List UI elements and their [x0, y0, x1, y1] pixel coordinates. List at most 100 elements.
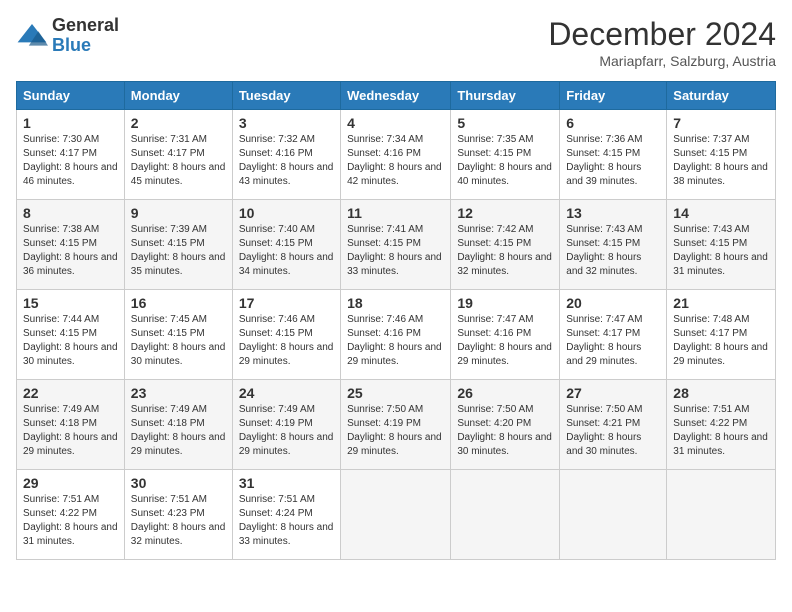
day-number: 9 [131, 205, 226, 221]
cell-info: Sunrise: 7:31 AMSunset: 4:17 PMDaylight:… [131, 133, 226, 189]
calendar-cell: 2 Sunrise: 7:31 AMSunset: 4:17 PMDayligh… [124, 110, 232, 200]
weekday-header-tuesday: Tuesday [232, 82, 340, 110]
weekday-header-friday: Friday [560, 82, 667, 110]
cell-info: Sunrise: 7:48 AMSunset: 4:17 PMDaylight:… [673, 313, 769, 369]
cell-info: Sunrise: 7:32 AMSunset: 4:16 PMDaylight:… [239, 133, 334, 189]
weekday-header-row: SundayMondayTuesdayWednesdayThursdayFrid… [17, 82, 776, 110]
weekday-header-saturday: Saturday [667, 82, 776, 110]
day-number: 26 [457, 385, 553, 401]
weekday-header-monday: Monday [124, 82, 232, 110]
calendar-cell: 1 Sunrise: 7:30 AMSunset: 4:17 PMDayligh… [17, 110, 125, 200]
calendar-cell: 8 Sunrise: 7:38 AMSunset: 4:15 PMDayligh… [17, 200, 125, 290]
cell-info: Sunrise: 7:51 AMSunset: 4:22 PMDaylight:… [23, 493, 118, 549]
day-number: 7 [673, 115, 769, 131]
day-number: 25 [347, 385, 444, 401]
calendar-cell: 3 Sunrise: 7:32 AMSunset: 4:16 PMDayligh… [232, 110, 340, 200]
cell-info: Sunrise: 7:36 AMSunset: 4:15 PMDaylight:… [566, 133, 660, 189]
calendar-cell: 26 Sunrise: 7:50 AMSunset: 4:20 PMDaylig… [451, 380, 560, 470]
calendar-cell: 17 Sunrise: 7:46 AMSunset: 4:15 PMDaylig… [232, 290, 340, 380]
day-number: 24 [239, 385, 334, 401]
calendar-cell: 31 Sunrise: 7:51 AMSunset: 4:24 PMDaylig… [232, 470, 340, 560]
day-number: 4 [347, 115, 444, 131]
logo: General Blue [16, 16, 119, 56]
cell-info: Sunrise: 7:51 AMSunset: 4:24 PMDaylight:… [239, 493, 334, 549]
calendar-cell: 16 Sunrise: 7:45 AMSunset: 4:15 PMDaylig… [124, 290, 232, 380]
calendar-cell: 5 Sunrise: 7:35 AMSunset: 4:15 PMDayligh… [451, 110, 560, 200]
day-number: 31 [239, 475, 334, 491]
cell-info: Sunrise: 7:38 AMSunset: 4:15 PMDaylight:… [23, 223, 118, 279]
logo-icon [16, 20, 48, 52]
cell-info: Sunrise: 7:35 AMSunset: 4:15 PMDaylight:… [457, 133, 553, 189]
calendar-cell: 7 Sunrise: 7:37 AMSunset: 4:15 PMDayligh… [667, 110, 776, 200]
day-number: 6 [566, 115, 660, 131]
weekday-header-sunday: Sunday [17, 82, 125, 110]
calendar-week-1: 1 Sunrise: 7:30 AMSunset: 4:17 PMDayligh… [17, 110, 776, 200]
day-number: 23 [131, 385, 226, 401]
calendar-cell: 24 Sunrise: 7:49 AMSunset: 4:19 PMDaylig… [232, 380, 340, 470]
day-number: 22 [23, 385, 118, 401]
calendar-cell: 18 Sunrise: 7:46 AMSunset: 4:16 PMDaylig… [341, 290, 451, 380]
day-number: 14 [673, 205, 769, 221]
calendar-cell: 21 Sunrise: 7:48 AMSunset: 4:17 PMDaylig… [667, 290, 776, 380]
cell-info: Sunrise: 7:49 AMSunset: 4:19 PMDaylight:… [239, 403, 334, 459]
calendar-cell: 30 Sunrise: 7:51 AMSunset: 4:23 PMDaylig… [124, 470, 232, 560]
calendar-week-4: 22 Sunrise: 7:49 AMSunset: 4:18 PMDaylig… [17, 380, 776, 470]
cell-info: Sunrise: 7:51 AMSunset: 4:23 PMDaylight:… [131, 493, 226, 549]
calendar-cell: 14 Sunrise: 7:43 AMSunset: 4:15 PMDaylig… [667, 200, 776, 290]
calendar-week-3: 15 Sunrise: 7:44 AMSunset: 4:15 PMDaylig… [17, 290, 776, 380]
calendar-cell: 11 Sunrise: 7:41 AMSunset: 4:15 PMDaylig… [341, 200, 451, 290]
cell-info: Sunrise: 7:46 AMSunset: 4:15 PMDaylight:… [239, 313, 334, 369]
calendar-cell: 13 Sunrise: 7:43 AMSunset: 4:15 PMDaylig… [560, 200, 667, 290]
logo-blue-text: Blue [52, 36, 119, 56]
calendar-cell: 25 Sunrise: 7:50 AMSunset: 4:19 PMDaylig… [341, 380, 451, 470]
calendar-cell: 4 Sunrise: 7:34 AMSunset: 4:16 PMDayligh… [341, 110, 451, 200]
calendar-cell [667, 470, 776, 560]
calendar-cell: 27 Sunrise: 7:50 AMSunset: 4:21 PMDaylig… [560, 380, 667, 470]
cell-info: Sunrise: 7:49 AMSunset: 4:18 PMDaylight:… [131, 403, 226, 459]
calendar-cell: 20 Sunrise: 7:47 AMSunset: 4:17 PMDaylig… [560, 290, 667, 380]
calendar-cell: 6 Sunrise: 7:36 AMSunset: 4:15 PMDayligh… [560, 110, 667, 200]
cell-info: Sunrise: 7:47 AMSunset: 4:17 PMDaylight:… [566, 313, 660, 369]
day-number: 19 [457, 295, 553, 311]
cell-info: Sunrise: 7:40 AMSunset: 4:15 PMDaylight:… [239, 223, 334, 279]
calendar-week-5: 29 Sunrise: 7:51 AMSunset: 4:22 PMDaylig… [17, 470, 776, 560]
cell-info: Sunrise: 7:37 AMSunset: 4:15 PMDaylight:… [673, 133, 769, 189]
calendar-table: SundayMondayTuesdayWednesdayThursdayFrid… [16, 81, 776, 560]
day-number: 10 [239, 205, 334, 221]
calendar-cell [451, 470, 560, 560]
month-year-title: December 2024 [548, 16, 776, 53]
day-number: 29 [23, 475, 118, 491]
cell-info: Sunrise: 7:46 AMSunset: 4:16 PMDaylight:… [347, 313, 444, 369]
cell-info: Sunrise: 7:39 AMSunset: 4:15 PMDaylight:… [131, 223, 226, 279]
calendar-cell: 28 Sunrise: 7:51 AMSunset: 4:22 PMDaylig… [667, 380, 776, 470]
cell-info: Sunrise: 7:50 AMSunset: 4:19 PMDaylight:… [347, 403, 444, 459]
title-block: December 2024 Mariapfarr, Salzburg, Aust… [548, 16, 776, 69]
cell-info: Sunrise: 7:45 AMSunset: 4:15 PMDaylight:… [131, 313, 226, 369]
cell-info: Sunrise: 7:49 AMSunset: 4:18 PMDaylight:… [23, 403, 118, 459]
day-number: 3 [239, 115, 334, 131]
day-number: 12 [457, 205, 553, 221]
logo-general-text: General [52, 16, 119, 36]
page-header: General Blue December 2024 Mariapfarr, S… [16, 16, 776, 69]
calendar-cell: 12 Sunrise: 7:42 AMSunset: 4:15 PMDaylig… [451, 200, 560, 290]
cell-info: Sunrise: 7:42 AMSunset: 4:15 PMDaylight:… [457, 223, 553, 279]
cell-info: Sunrise: 7:41 AMSunset: 4:15 PMDaylight:… [347, 223, 444, 279]
day-number: 21 [673, 295, 769, 311]
cell-info: Sunrise: 7:50 AMSunset: 4:21 PMDaylight:… [566, 403, 660, 459]
calendar-cell: 9 Sunrise: 7:39 AMSunset: 4:15 PMDayligh… [124, 200, 232, 290]
calendar-cell [560, 470, 667, 560]
day-number: 30 [131, 475, 226, 491]
day-number: 20 [566, 295, 660, 311]
day-number: 15 [23, 295, 118, 311]
calendar-cell: 19 Sunrise: 7:47 AMSunset: 4:16 PMDaylig… [451, 290, 560, 380]
calendar-cell [341, 470, 451, 560]
day-number: 11 [347, 205, 444, 221]
calendar-cell: 15 Sunrise: 7:44 AMSunset: 4:15 PMDaylig… [17, 290, 125, 380]
calendar-cell: 10 Sunrise: 7:40 AMSunset: 4:15 PMDaylig… [232, 200, 340, 290]
day-number: 18 [347, 295, 444, 311]
cell-info: Sunrise: 7:50 AMSunset: 4:20 PMDaylight:… [457, 403, 553, 459]
day-number: 28 [673, 385, 769, 401]
cell-info: Sunrise: 7:51 AMSunset: 4:22 PMDaylight:… [673, 403, 769, 459]
location-subtitle: Mariapfarr, Salzburg, Austria [548, 53, 776, 69]
day-number: 2 [131, 115, 226, 131]
